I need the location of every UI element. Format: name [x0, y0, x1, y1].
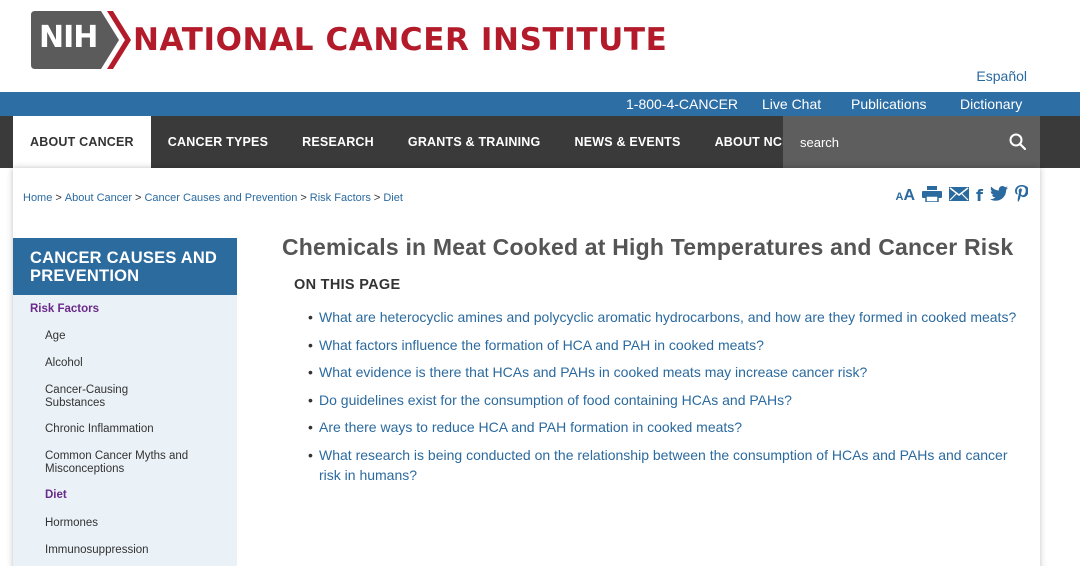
publications-link[interactable]: Publications — [851, 96, 927, 112]
toc-link[interactable]: What evidence is there that HCAs and PAH… — [319, 364, 867, 380]
main-nav: ABOUT CANCER CANCER TYPES RESEARCH GRANT… — [0, 116, 1080, 168]
breadcrumb: Home > About Cancer > Cancer Causes and Prev… — [23, 192, 403, 204]
breadcrumb-separator: > — [300, 192, 307, 204]
espanol-link[interactable]: Español — [976, 68, 1027, 84]
breadcrumb-diet[interactable]: Diet — [383, 192, 403, 204]
toc-link[interactable]: What factors influence the formation of … — [319, 337, 764, 353]
sidebar-item-age[interactable]: Age — [45, 330, 65, 343]
nih-abbr: NIH — [39, 20, 98, 55]
list-item: What factors influence the formation of … — [308, 335, 1022, 356]
sidebar-item-cancer-myths[interactable]: Common Cancer Myths and Misconceptions — [45, 450, 195, 476]
facebook-icon[interactable]: f — [976, 187, 983, 205]
site-header: NIH NATIONAL CANCER INSTITUTE Español — [0, 0, 1080, 92]
sidebar-item-diet[interactable]: Diet — [45, 489, 67, 502]
sidebar-item-immunosuppression[interactable]: Immunosuppression — [45, 544, 149, 557]
pinterest-icon[interactable] — [1015, 185, 1029, 207]
page-tools: AA f — [896, 185, 1029, 207]
search-icon[interactable] — [1008, 132, 1028, 152]
breadcrumb-about-cancer[interactable]: About Cancer — [65, 192, 132, 204]
article: Chemicals in Meat Cooked at High Tempera… — [282, 234, 1022, 493]
page-title: Chemicals in Meat Cooked at High Tempera… — [282, 234, 1014, 260]
email-icon[interactable] — [949, 186, 970, 206]
text-size-icon[interactable]: AA — [896, 187, 916, 206]
breadcrumb-separator: > — [373, 192, 381, 204]
search-input[interactable] — [783, 116, 1003, 168]
breadcrumb-causes-prevention[interactable]: Cancer Causes and Prevention — [144, 192, 297, 204]
twitter-icon[interactable] — [990, 186, 1008, 206]
list-item: What research is being conducted on the … — [308, 445, 1022, 486]
nav-research[interactable]: RESEARCH — [285, 116, 391, 168]
list-item: Are there ways to reduce HCA and PAH for… — [308, 417, 1022, 438]
content-card: Home > About Cancer > Cancer Causes and Prev… — [13, 168, 1040, 566]
nih-logo-mark: NIH — [31, 11, 131, 69]
sidebar-item-risk-factors[interactable]: Risk Factors — [30, 303, 99, 316]
on-this-page-list: What are heterocyclic amines and polycyc… — [308, 307, 1022, 486]
toc-link[interactable]: Do guidelines exist for the consumption … — [319, 392, 792, 408]
print-icon[interactable] — [922, 185, 943, 207]
breadcrumb-risk-factors[interactable]: Risk Factors — [310, 192, 371, 204]
live-chat-link[interactable]: Live Chat — [762, 96, 821, 112]
phone-link[interactable]: 1-800-4-CANCER — [626, 96, 738, 112]
nav-grants-training[interactable]: GRANTS & TRAINING — [391, 116, 558, 168]
nav-cancer-types[interactable]: CANCER TYPES — [151, 116, 285, 168]
toc-link[interactable]: What are heterocyclic amines and polycyc… — [319, 309, 1016, 325]
sidebar-item-hormones[interactable]: Hormones — [45, 517, 98, 530]
institute-name: NATIONAL CANCER INSTITUTE — [133, 22, 668, 58]
search-box — [783, 116, 1040, 168]
on-this-page-heading: ON THIS PAGE — [294, 277, 401, 293]
breadcrumb-separator: > — [55, 192, 62, 204]
nav-news-events[interactable]: NEWS & EVENTS — [557, 116, 697, 168]
toc-link[interactable]: Are there ways to reduce HCA and PAH for… — [319, 419, 742, 435]
list-item: What evidence is there that HCAs and PAH… — [308, 362, 1022, 383]
page: NIH NATIONAL CANCER INSTITUTE Español 1-… — [0, 0, 1080, 566]
dictionary-link[interactable]: Dictionary — [960, 96, 1022, 112]
sidebar: CANCER CAUSES AND PREVENTION Risk Factor… — [13, 238, 237, 566]
nci-logo[interactable]: NIH NATIONAL CANCER INSTITUTE — [31, 10, 667, 70]
sidebar-item-cancer-causing-substances[interactable]: Cancer-Causing Substances — [45, 384, 165, 410]
breadcrumb-separator: > — [135, 192, 142, 204]
sidebar-heading[interactable]: CANCER CAUSES AND PREVENTION — [13, 238, 237, 295]
utility-bar: 1-800-4-CANCER Live Chat Publications Di… — [0, 92, 1080, 116]
toc-link[interactable]: What research is being conducted on the … — [319, 447, 1007, 484]
list-item: What are heterocyclic amines and polycyc… — [308, 307, 1022, 328]
nav-about-cancer[interactable]: ABOUT CANCER — [13, 116, 151, 168]
sidebar-item-chronic-inflammation[interactable]: Chronic Inflammation — [45, 423, 154, 436]
breadcrumb-home[interactable]: Home — [23, 192, 52, 204]
list-item: Do guidelines exist for the consumption … — [308, 390, 1022, 411]
sidebar-item-alcohol[interactable]: Alcohol — [45, 357, 83, 370]
